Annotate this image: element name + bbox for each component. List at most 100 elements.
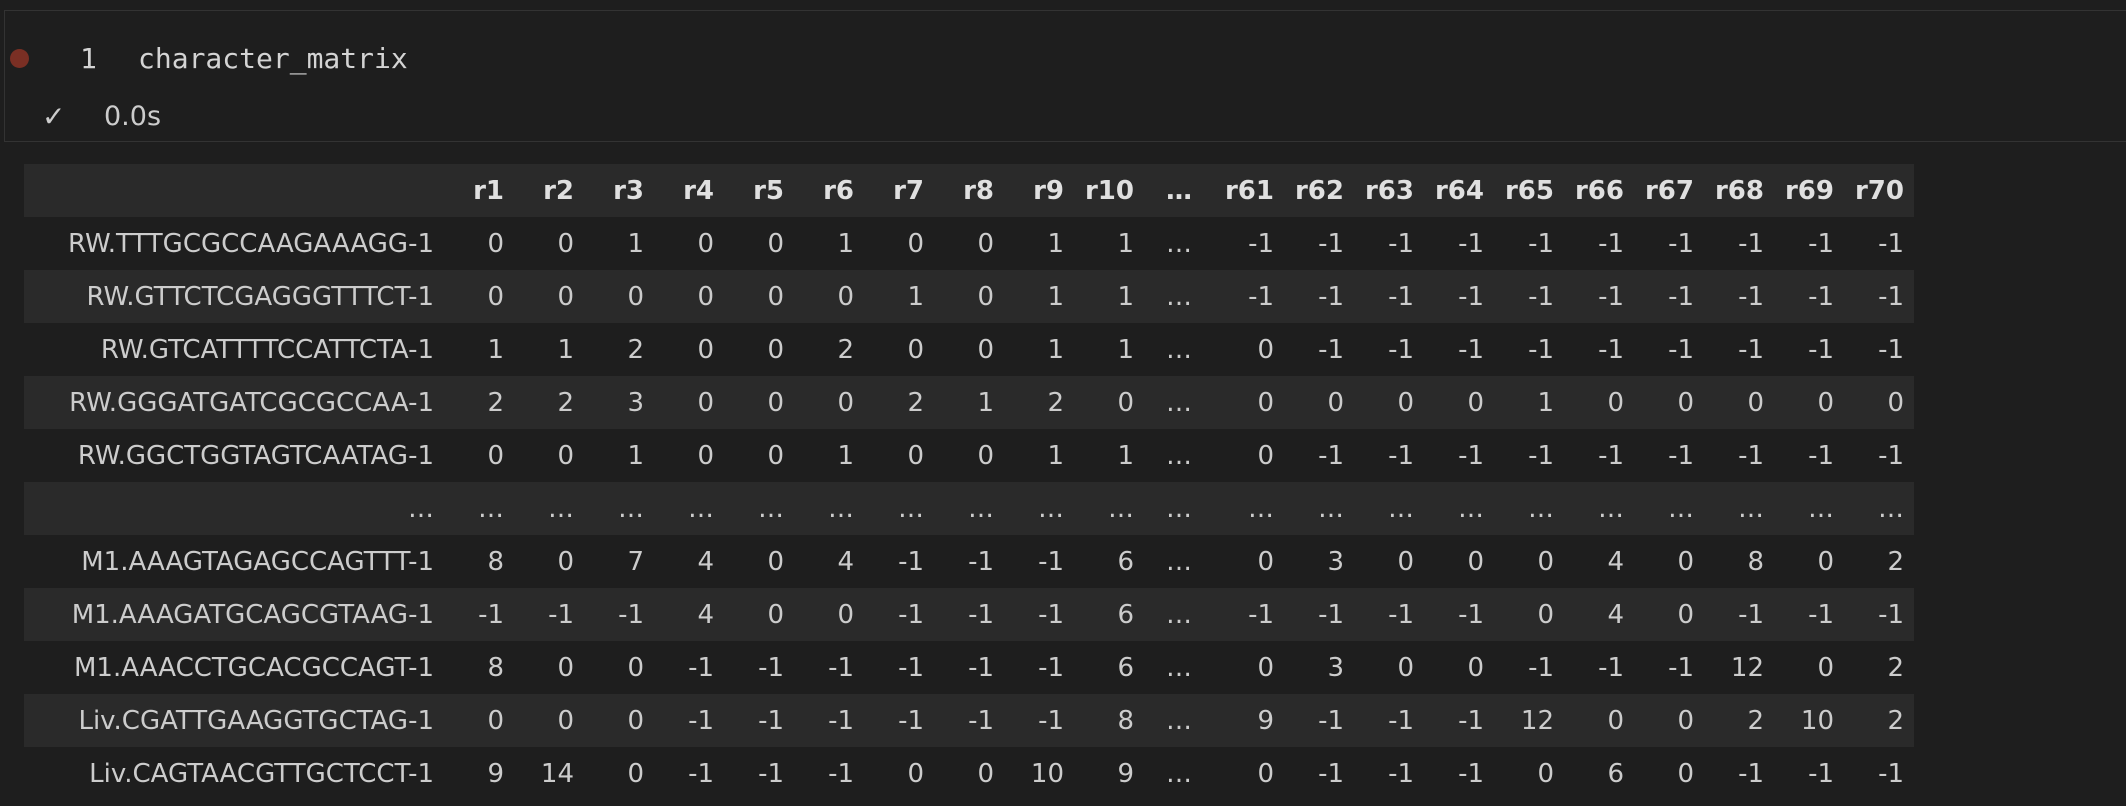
table-cell: 9 [1117, 758, 1134, 789]
table-cell: -1 [1038, 546, 1064, 577]
table-cell: … [758, 493, 784, 524]
table-cell: … [1668, 493, 1694, 524]
table-cell: 0 [627, 705, 644, 736]
table-cell: 2 [1887, 546, 1904, 577]
table-cell: -1 [1598, 652, 1624, 683]
column-header: r68 [1714, 175, 1764, 206]
table-row: RW.GGGATGATCGCGCCAA-1 2 2 3 0 0 0 2 1 2 0 … 0 0 0 0 1 0 0 0… [24, 376, 1914, 429]
table-cell: 0 [1817, 652, 1834, 683]
table-cell: 10 [1030, 758, 1064, 789]
table-cell: 0 [767, 440, 784, 471]
table-cell: … [1166, 228, 1192, 259]
table-cell: … [1038, 493, 1064, 524]
column-header: r63 [1364, 175, 1414, 206]
table-cell: -1 [1878, 758, 1904, 789]
table-cell: -1 [1038, 599, 1064, 630]
table-cell: -1 [1318, 440, 1344, 471]
row-index: RW.GGCTGGTAGTCAATAG-1 [77, 440, 434, 471]
code-editor-line[interactable]: character_matrix [138, 40, 408, 78]
table-cell: 4 [1607, 546, 1624, 577]
table-cell: -1 [1878, 440, 1904, 471]
table-cell: 0 [1257, 546, 1274, 577]
table-cell: -1 [1458, 705, 1484, 736]
table-cell: 0 [907, 334, 924, 365]
table-cell: … [1166, 652, 1192, 683]
table-cell: -1 [758, 758, 784, 789]
column-header: r62 [1294, 175, 1344, 206]
table-cell: 1 [627, 440, 644, 471]
table-cell: 0 [907, 758, 924, 789]
table-row: RW.GTCATTTTCCATTCTA-1 1 1 2 0 0 2 0 0 1 1 … 0 -1 -1 -1 -… [24, 323, 1914, 376]
table-cell: … [898, 493, 924, 524]
table-cell: -1 [1668, 334, 1694, 365]
table-cell: -1 [1528, 334, 1554, 365]
table-cell: -1 [1878, 281, 1904, 312]
table-cell: … [1528, 493, 1554, 524]
table-row: Liv.CAGTAACGTTGCTCCT-1 9 14 0 -1 -1 -1 0 0 10 9 … 0 -… [24, 747, 1914, 800]
table-cell: 0 [627, 281, 644, 312]
table-cell: 0 [767, 599, 784, 630]
table-cell: 0 [1397, 387, 1414, 418]
row-index: Liv.CGATTGAAGGTGCTAG-1 [78, 705, 434, 736]
table-cell: 0 [1467, 546, 1484, 577]
table-cell: 0 [487, 705, 504, 736]
table-cell: 1 [487, 334, 504, 365]
table-cell: 0 [977, 758, 994, 789]
column-header: r7 [893, 175, 924, 206]
table-cell: 4 [697, 546, 714, 577]
table-cell: -1 [1878, 334, 1904, 365]
row-index: M1.AAAGTAGAGCCAGTTT-1 [81, 546, 434, 577]
column-header: r4 [683, 175, 714, 206]
table-cell: 8 [487, 652, 504, 683]
column-header: r70 [1854, 175, 1904, 206]
table-cell: 2 [627, 334, 644, 365]
table-cell: 0 [1677, 546, 1694, 577]
table-cell: 2 [1887, 652, 1904, 683]
table-cell: 2 [557, 387, 574, 418]
table-cell: 0 [1887, 387, 1904, 418]
dataframe-table: r1 r2 r3 r4 r5 r6 r7 r8 r9 r10 … r61 r62 r63 r64 r65 r66… [24, 164, 1914, 800]
table-row: M1.AAAGTAGAGCCAGTTT-1 8 0 7 4 0 4 -1 -1 -1 6 … 0 3 0 0 0… [24, 535, 1914, 588]
execution-time: 0.0s [104, 101, 162, 132]
column-header: r65 [1504, 175, 1554, 206]
table-cell: -1 [1318, 281, 1344, 312]
table-cell: 0 [1677, 758, 1694, 789]
table-cell: 0 [1677, 705, 1694, 736]
column-header: r2 [543, 175, 574, 206]
table-cell: -1 [1598, 440, 1624, 471]
table-cell: 2 [1887, 705, 1904, 736]
table-cell: 4 [697, 599, 714, 630]
table-cell: … [688, 493, 714, 524]
table-row: M1.AAACCTGCACGCCAGT-1 8 0 0 -1 -1 -1 -1 -1 -1 6 … 0 3… [24, 641, 1914, 694]
table-cell: 0 [487, 440, 504, 471]
column-header: r5 [753, 175, 784, 206]
table-cell: 0 [977, 440, 994, 471]
table-cell: 0 [1607, 705, 1624, 736]
table-cell: -1 [688, 705, 714, 736]
table-row: RW.GTTCTCGAGGGTTTCT-1 0 0 0 0 0 0 1 0 1 1 … -1 -1 -1 -1… [24, 270, 1914, 323]
table-cell: … [1458, 493, 1484, 524]
table-cell: 0 [1257, 334, 1274, 365]
table-cell: 0 [1117, 387, 1134, 418]
table-header-row: r1 r2 r3 r4 r5 r6 r7 r8 r9 r10 … r61 r62 r63 r64 r65 r66… [24, 164, 1914, 217]
table-cell: 0 [627, 758, 644, 789]
table-cell: -1 [968, 546, 994, 577]
table-cell: -1 [1668, 281, 1694, 312]
table-cell: … [1108, 493, 1134, 524]
table-cell: -1 [968, 705, 994, 736]
table-cell: 0 [1607, 387, 1624, 418]
table-cell: 0 [487, 281, 504, 312]
table-cell: 2 [837, 334, 854, 365]
table-cell: 0 [1397, 652, 1414, 683]
table-cell: -1 [1388, 705, 1414, 736]
table-cell: 0 [627, 652, 644, 683]
table-cell: 0 [487, 228, 504, 259]
table-cell: -1 [1528, 281, 1554, 312]
table-cell: 0 [837, 599, 854, 630]
table-cell: -1 [1598, 281, 1624, 312]
table-cell: -1 [1528, 228, 1554, 259]
cell-status-dot-icon[interactable] [10, 49, 29, 68]
row-index: RW.GTCATTTTCCATTCTA-1 [100, 334, 434, 365]
column-header: r8 [963, 175, 994, 206]
table-cell: … [1808, 493, 1834, 524]
